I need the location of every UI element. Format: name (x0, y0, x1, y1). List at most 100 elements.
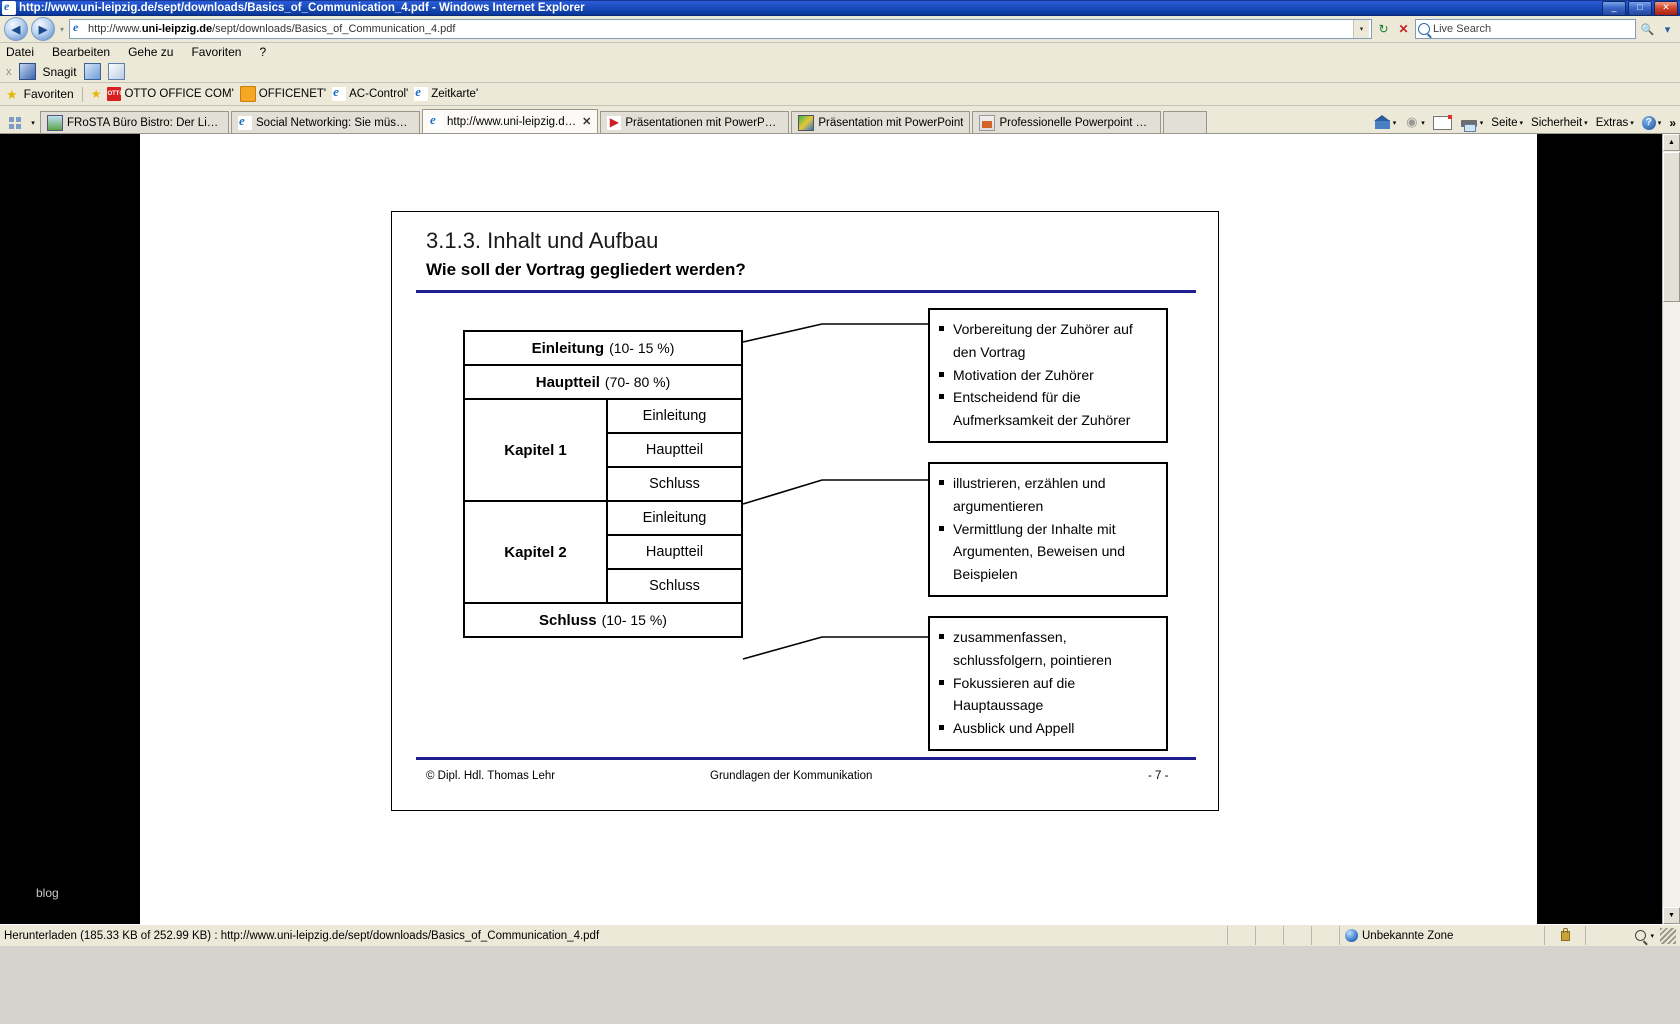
chevron-down-icon[interactable]: ▾ (1480, 119, 1484, 127)
callout-item: Ausblick und Appell (938, 717, 1156, 740)
home-icon (1373, 115, 1391, 130)
status-cell (1283, 926, 1311, 945)
presentation-structure-table: Einleitung (10- 15 %) Hauptteil (70- 80 … (463, 330, 743, 638)
status-cell (1311, 926, 1339, 945)
tab-praesentationen-mit-powerpoint[interactable]: ▶ Präsentationen mit PowerPoi… (600, 111, 790, 133)
help-menu-button[interactable]: ? ▾ (1639, 115, 1665, 130)
structure-row-einleitung: Einleitung (10- 15 %) (463, 330, 743, 366)
help-icon: ? (1641, 115, 1656, 130)
history-caret-icon[interactable]: ▾ (58, 25, 66, 34)
add-favorite-icon[interactable]: ★ (91, 88, 102, 100)
callout-list: zusammenfassen, schlussfolgern, pointier… (938, 626, 1156, 740)
slide-title: 3.1.3. Inhalt und Aufbau (426, 228, 659, 253)
favorite-item-officenet[interactable]: OFFICENET' (239, 86, 327, 102)
refresh-icon[interactable]: ↻ (1375, 20, 1392, 38)
chevron-down-icon[interactable]: ▾ (1520, 119, 1524, 127)
close-icon[interactable]: ✕ (582, 115, 591, 128)
overflow-chevron-icon[interactable]: » (1666, 116, 1676, 130)
zoom-icon (1635, 930, 1647, 941)
quick-tabs-button[interactable] (4, 113, 26, 133)
snagit-capture-icon[interactable] (83, 63, 101, 80)
slide-subtitle: Wie soll der Vortrag gegliedert werden? (426, 260, 746, 279)
favorite-item-ac-control[interactable]: AC-Control' (332, 84, 408, 101)
chevron-down-icon[interactable]: ▾ (1393, 119, 1397, 127)
security-menu-button[interactable]: Sicherheit ▾ (1528, 117, 1591, 129)
url-dropdown-icon[interactable]: ▾ (1353, 20, 1369, 38)
address-bar: ◀ ▶ ▾ http://www.uni-leipzig.de/sept/dow… (0, 16, 1680, 43)
menu-item-help[interactable]: ? (259, 45, 266, 59)
tab-list-caret-icon[interactable]: ▾ (26, 113, 40, 133)
url-prefix: http://www. (88, 23, 142, 35)
chapter-block-1: Kapitel 1 Einleitung Hauptteil Schluss (463, 398, 743, 502)
favorite-item-zeitkarte[interactable]: Zeitkarte' (414, 84, 478, 101)
tab-frosta[interactable]: FRoSTA Büro Bistro: Der Lief… (40, 111, 229, 133)
page-menu-button[interactable]: Seite ▾ (1488, 117, 1526, 129)
maximize-button[interactable]: □ (1628, 0, 1652, 16)
colorful-icon (798, 114, 815, 131)
window-title-bar[interactable]: http://www.uni-leipzig.de/sept/downloads… (0, 0, 1680, 16)
snagit-icon[interactable] (18, 63, 36, 80)
menu-item-gehe-zu[interactable]: Gehe zu (128, 45, 173, 59)
snagit-close-icon[interactable]: x (6, 66, 12, 78)
menu-item-datei[interactable]: Datei (6, 45, 34, 59)
mail-button[interactable] (1430, 114, 1455, 130)
tab-praesentation-mit-powerpoint[interactable]: Präsentation mit PowerPoint (791, 111, 971, 133)
callout-hauptteil: illustrieren, erzählen und argumentieren… (928, 462, 1168, 598)
close-button[interactable]: ✕ (1654, 0, 1678, 16)
home-button[interactable]: ▾ (1371, 115, 1400, 130)
favorite-label: OFFICENET' (258, 88, 327, 100)
stop-icon[interactable]: ✕ (1395, 20, 1412, 38)
chevron-down-icon[interactable]: ▾ (1630, 119, 1634, 127)
menu-item-bearbeiten[interactable]: Bearbeiten (52, 45, 110, 59)
callout-list: Vorbereitung der Zuhörer auf den Vortrag… (938, 318, 1156, 432)
row-label: Schluss (539, 611, 597, 629)
snagit-editor-icon[interactable] (107, 63, 125, 80)
row-label: Hauptteil (535, 373, 600, 391)
chevron-down-icon[interactable]: ▾ (1650, 932, 1654, 940)
feeds-button[interactable]: ◉ ▾ (1401, 115, 1428, 130)
pdf-viewer[interactable]: 3.1.3. Inhalt und Aufbau Wie soll der Vo… (140, 134, 1537, 924)
back-button[interactable]: ◀ (4, 17, 28, 41)
search-field[interactable]: Live Search (1415, 19, 1636, 39)
snagit-label[interactable]: Snagit (43, 65, 77, 79)
protected-mode-cell[interactable] (1544, 926, 1585, 945)
scroll-up-button[interactable]: ▲ (1663, 134, 1680, 151)
url-host: uni-leipzig.de (141, 23, 213, 35)
callout-item: Motivation der Zuhörer (938, 364, 1156, 387)
command-bar: ▾ ◉ ▾ ▾ Seite ▾ Sicherheit ▾ Extras ▾ ? … (1371, 114, 1676, 133)
scroll-thumb[interactable] (1663, 152, 1680, 302)
ie-icon (414, 84, 429, 101)
chapter-parts: Einleitung Hauptteil Schluss (606, 398, 743, 502)
vertical-scrollbar[interactable]: ▲ ▼ (1662, 134, 1680, 924)
menu-item-favoriten[interactable]: Favoriten (191, 45, 241, 59)
favorites-label[interactable]: Favoriten (24, 87, 74, 101)
url-field[interactable]: http://www.uni-leipzig.de/sept/downloads… (69, 19, 1372, 39)
search-options-caret-icon[interactable]: ▾ (1659, 20, 1676, 38)
rss-icon: ◉ (1406, 114, 1418, 129)
toolbar-divider (81, 86, 83, 102)
chapter-part: Hauptteil (606, 432, 743, 468)
minimize-button[interactable]: _ (1602, 0, 1626, 16)
favorite-item-otto[interactable]: OTTO OTTO OFFICE COM' (107, 87, 234, 101)
callout-item: illustrieren, erzählen und argumentieren (938, 472, 1156, 518)
search-go-icon[interactable]: 🔍 (1639, 20, 1656, 38)
tab-uni-leipzig-pdf[interactable]: http://www.uni-leipzig.d… ✕ (422, 109, 599, 133)
chevron-down-icon[interactable]: ▾ (1421, 119, 1425, 127)
zoom-control[interactable]: ▾ (1585, 926, 1680, 945)
scroll-down-button[interactable]: ▼ (1663, 907, 1680, 924)
scroll-track[interactable] (1663, 302, 1680, 907)
status-cell (1255, 926, 1283, 945)
chevron-down-icon[interactable]: ▾ (1658, 119, 1662, 127)
security-zone[interactable]: Unbekannte Zone (1339, 926, 1544, 945)
extras-menu-button[interactable]: Extras ▾ (1593, 117, 1637, 129)
chevron-down-icon[interactable]: ▾ (1584, 119, 1588, 127)
forward-button[interactable]: ▶ (31, 17, 55, 41)
tab-social-networking[interactable]: Social Networking: Sie müsse… (231, 111, 420, 133)
tab-professionelle-powerpoint[interactable]: Professionelle Powerpoint Pr… (972, 111, 1162, 133)
chapter-label: Kapitel 1 (463, 398, 608, 502)
new-tab-button[interactable] (1163, 111, 1208, 133)
print-button[interactable]: ▾ (1457, 116, 1487, 132)
window-resize-grip[interactable] (1660, 927, 1676, 944)
tab-bar: ▾ FRoSTA Büro Bistro: Der Lief… Social N… (0, 106, 1680, 134)
favorite-label: OTTO OFFICE COM' (124, 88, 234, 100)
